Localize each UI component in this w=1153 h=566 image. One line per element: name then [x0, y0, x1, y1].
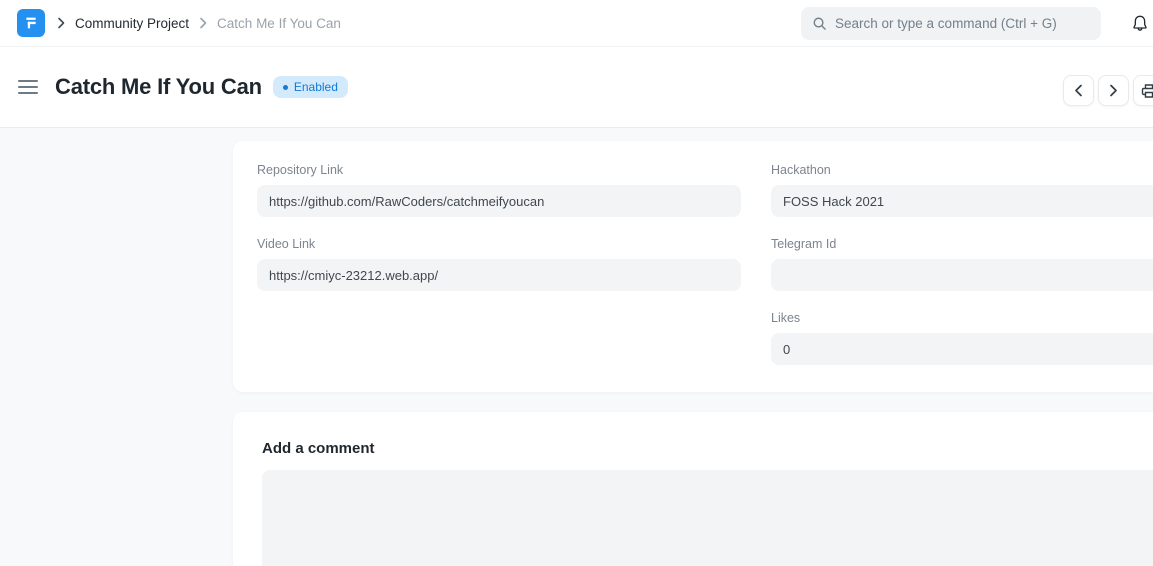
field-repository-link: Repository Link: [257, 163, 741, 217]
page-head-actions: [1063, 75, 1153, 106]
chevron-right-icon: [1109, 84, 1118, 97]
frappe-logo-glyph: [23, 15, 39, 31]
form-column-right: Hackathon Telegram Id Likes: [771, 163, 1153, 370]
status-dot-icon: [283, 85, 288, 90]
field-label: Hackathon: [771, 163, 1153, 177]
next-document-button[interactable]: [1098, 75, 1129, 106]
comment-input[interactable]: [262, 470, 1153, 566]
search-input[interactable]: [835, 16, 1090, 31]
navbar: Community Project Catch Me If You Can: [0, 0, 1153, 47]
field-video-link: Video Link: [257, 237, 741, 291]
field-label: Video Link: [257, 237, 741, 251]
hackathon-input[interactable]: [771, 185, 1153, 217]
breadcrumb-item-current[interactable]: Catch Me If You Can: [217, 16, 341, 31]
print-button[interactable]: [1133, 75, 1153, 106]
field-label: Repository Link: [257, 163, 741, 177]
breadcrumb: Community Project Catch Me If You Can: [57, 16, 341, 31]
likes-input[interactable]: [771, 333, 1153, 365]
printer-icon: [1141, 83, 1153, 99]
chevron-left-icon: [1074, 84, 1083, 97]
notifications-button[interactable]: [1131, 14, 1153, 33]
field-likes: Likes: [771, 311, 1153, 365]
page-content: Repository Link Video Link Hackathon Tel: [0, 128, 1153, 566]
page-head: Catch Me If You Can Enabled: [0, 47, 1153, 128]
prev-document-button[interactable]: [1063, 75, 1094, 106]
bell-icon: [1131, 14, 1149, 33]
search-icon: [812, 16, 827, 31]
document-area: Repository Link Video Link Hackathon Tel: [233, 141, 1153, 566]
frappe-logo[interactable]: [17, 9, 45, 37]
chevron-right-icon: [199, 17, 207, 29]
field-label: Likes: [771, 311, 1153, 325]
field-label: Telegram Id: [771, 237, 1153, 251]
repository-link-input[interactable]: [257, 185, 741, 217]
page-title: Catch Me If You Can: [55, 74, 262, 100]
breadcrumb-item-community-project[interactable]: Community Project: [75, 16, 189, 31]
app-window: Community Project Catch Me If You Can: [0, 0, 1153, 566]
menu-icon[interactable]: [18, 80, 38, 94]
chevron-right-icon: [57, 17, 65, 29]
form-column-left: Repository Link Video Link: [257, 163, 741, 370]
global-search[interactable]: [801, 7, 1101, 40]
form-section-card: Repository Link Video Link Hackathon Tel: [233, 141, 1153, 392]
comments-section-card: Add a comment: [233, 412, 1153, 566]
status-badge: Enabled: [273, 76, 348, 98]
status-badge-label: Enabled: [294, 80, 338, 94]
video-link-input[interactable]: [257, 259, 741, 291]
field-hackathon: Hackathon: [771, 163, 1153, 217]
field-telegram-id: Telegram Id: [771, 237, 1153, 291]
comments-heading: Add a comment: [262, 440, 1153, 457]
telegram-id-input[interactable]: [771, 259, 1153, 291]
